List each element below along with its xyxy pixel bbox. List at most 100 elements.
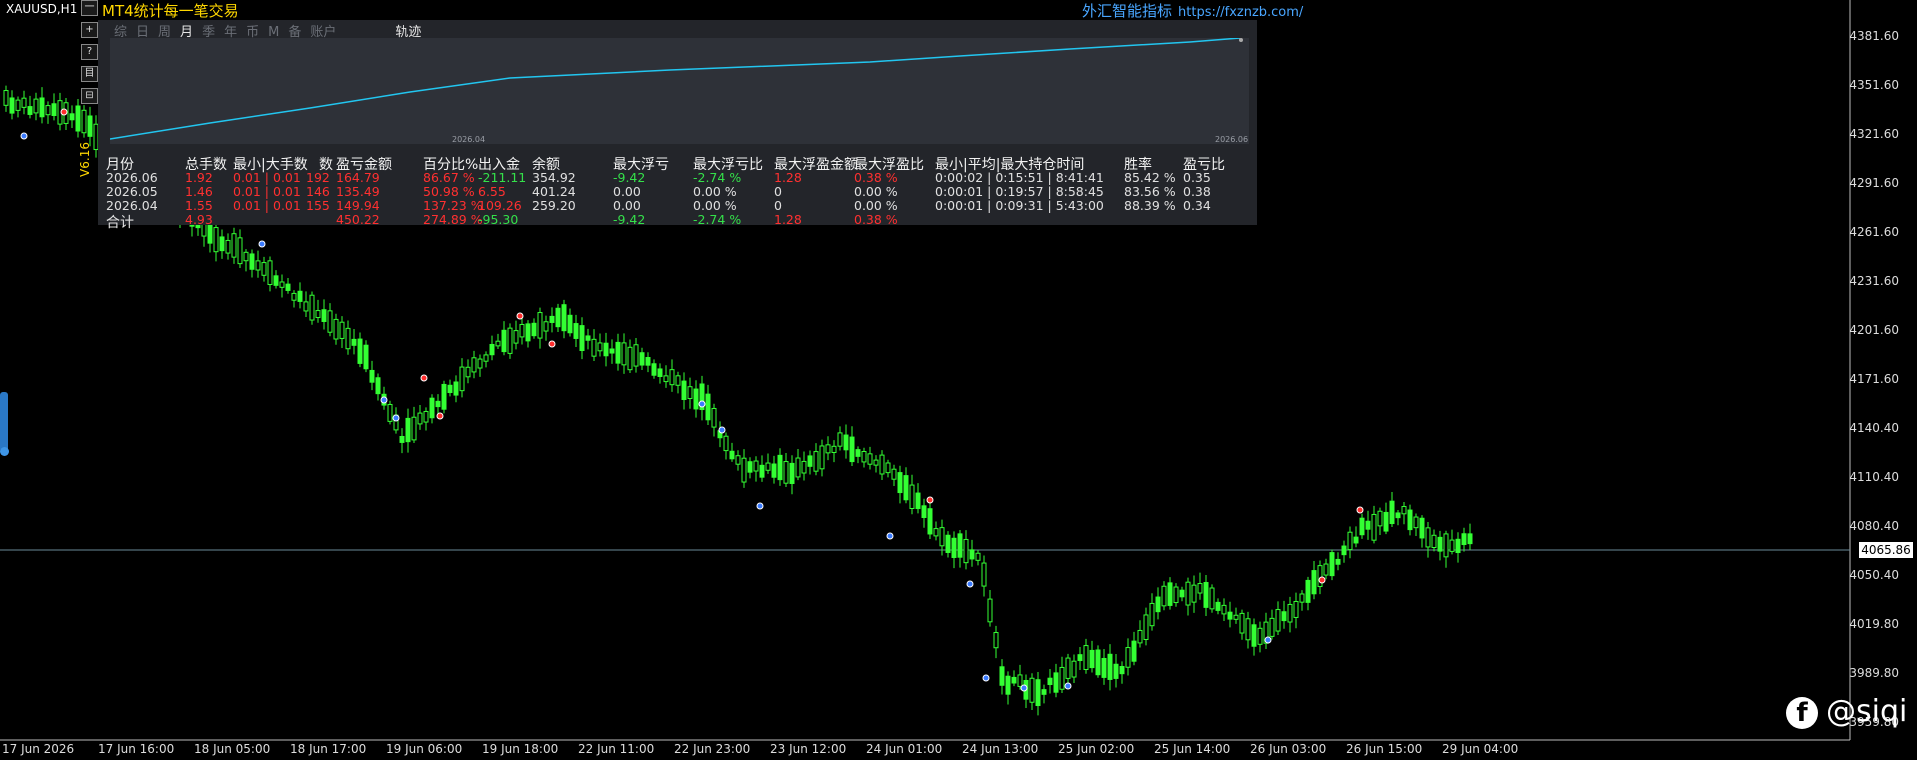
price-tick: 4110.40 (1849, 470, 1899, 484)
candle-body (657, 368, 663, 377)
candle-body (1419, 517, 1425, 539)
buy-arrow-marker (258, 240, 266, 248)
move-icon[interactable]: + (81, 22, 98, 38)
buy-arrow-marker (1264, 636, 1272, 644)
window-icon[interactable]: ⊟ (81, 88, 98, 104)
chart-scroll-handle[interactable] (0, 392, 9, 456)
brand-header: 外汇智能指标 https://fxznzb.com/ (1082, 0, 1303, 21)
candle-body (831, 445, 837, 453)
brand-url-link[interactable]: https://fxznzb.com/ (1178, 5, 1303, 20)
candle-body (1131, 640, 1137, 662)
candle-body (471, 357, 477, 373)
cell-minmax: 0.01 | 0.01 (233, 198, 301, 213)
candle-body (675, 375, 681, 386)
candle-body (573, 323, 579, 339)
candle-body (1257, 627, 1263, 645)
candle-body (219, 236, 225, 252)
time-tick: 25 Jun 02:00 (1058, 742, 1135, 756)
candle-body (603, 342, 609, 357)
candle-body (1305, 579, 1311, 603)
time-tick: 22 Jun 23:00 (674, 742, 751, 756)
candle-body (399, 435, 405, 443)
sell-arrow-marker (548, 340, 556, 348)
minimize-icon[interactable]: 一 (81, 0, 98, 16)
candle-body (1251, 624, 1257, 647)
buy-arrow-marker (20, 132, 28, 140)
candle-body (771, 463, 777, 478)
candle-body (69, 113, 75, 121)
time-tick: 17 Jun 2026 (2, 742, 75, 756)
candle-body (969, 549, 975, 560)
cell-rr: 0.35 (1183, 170, 1211, 185)
cell-win: 83.56 % (1124, 184, 1176, 199)
time-tick: 29 Jun 04:00 (1442, 742, 1519, 756)
candle-body (261, 262, 267, 276)
cell-balance: 354.92 (532, 170, 576, 185)
cell-count: 155 (306, 198, 330, 213)
equity-curve: 2026.04 2026.06 (109, 37, 1248, 144)
candle-body (843, 434, 849, 451)
sell-arrow-marker (926, 496, 934, 504)
candle-body (1059, 666, 1065, 690)
candle-body (1161, 585, 1167, 607)
candle-body (459, 366, 465, 392)
candle-body (345, 327, 351, 350)
candle-body (237, 237, 243, 265)
candle-body (825, 444, 831, 454)
candle-body (417, 412, 423, 425)
candle-body (1239, 612, 1245, 634)
current-price-badge: 4065.86 (1859, 542, 1913, 558)
candle-body (519, 323, 525, 338)
candle-body (615, 341, 621, 364)
grid-icon[interactable]: 目 (81, 66, 98, 82)
cell-total-max-fp-pct: 0.38 % (854, 212, 898, 227)
candle-body (1335, 558, 1341, 565)
price-tick: 4019.80 (1849, 617, 1899, 631)
candle-body (213, 227, 219, 253)
candle-body (561, 304, 567, 332)
cell-pct: 86.67 % (423, 170, 475, 185)
price-tick: 4080.40 (1849, 519, 1899, 533)
candle-body (39, 97, 45, 118)
candle-body (627, 346, 633, 371)
candle-body (1287, 603, 1293, 623)
candle-body (585, 335, 591, 341)
candle-body (999, 666, 1005, 686)
cell-flow: 6.55 (478, 184, 506, 199)
time-tick: 26 Jun 03:00 (1250, 742, 1327, 756)
candle-body (813, 451, 819, 472)
candle-body (279, 281, 285, 288)
cell-balance: 259.20 (532, 198, 576, 213)
facebook-icon: f (1786, 696, 1818, 729)
candle-body (1125, 647, 1131, 668)
price-tick: 4140.40 (1849, 421, 1899, 435)
candle-body (1467, 533, 1473, 545)
price-tick: 3989.80 (1849, 666, 1899, 680)
candle-body (903, 475, 909, 501)
cell-pct: 50.98 % (423, 184, 475, 199)
sell-arrow-marker (1318, 576, 1326, 584)
candle-body (243, 251, 249, 262)
sell-arrow-marker (1356, 506, 1364, 514)
cell-lots: 1.92 (185, 170, 213, 185)
candle-body (1281, 611, 1287, 622)
time-tick: 19 Jun 06:00 (386, 742, 463, 756)
cell-count: 146 (306, 184, 330, 199)
cell-flow: -211.11 (478, 170, 527, 185)
candle-body (1143, 614, 1149, 641)
candle-body (1203, 582, 1209, 608)
cell-pnl: 149.94 (336, 198, 380, 213)
candle-body (1359, 517, 1365, 536)
candle-body (981, 562, 987, 587)
candle-body (15, 99, 21, 111)
candle-body (267, 260, 273, 286)
candle-body (609, 348, 615, 354)
candle-body (1215, 601, 1221, 611)
candle-body (1119, 666, 1125, 675)
candle-body (795, 457, 801, 478)
candle-body (1179, 589, 1185, 598)
cell-max-fp-pct: 0.38 % (854, 170, 898, 185)
candle-body (1233, 614, 1239, 620)
cell-minmax: 0.01 | 0.01 (233, 184, 301, 199)
help-icon[interactable]: ? (81, 44, 98, 60)
